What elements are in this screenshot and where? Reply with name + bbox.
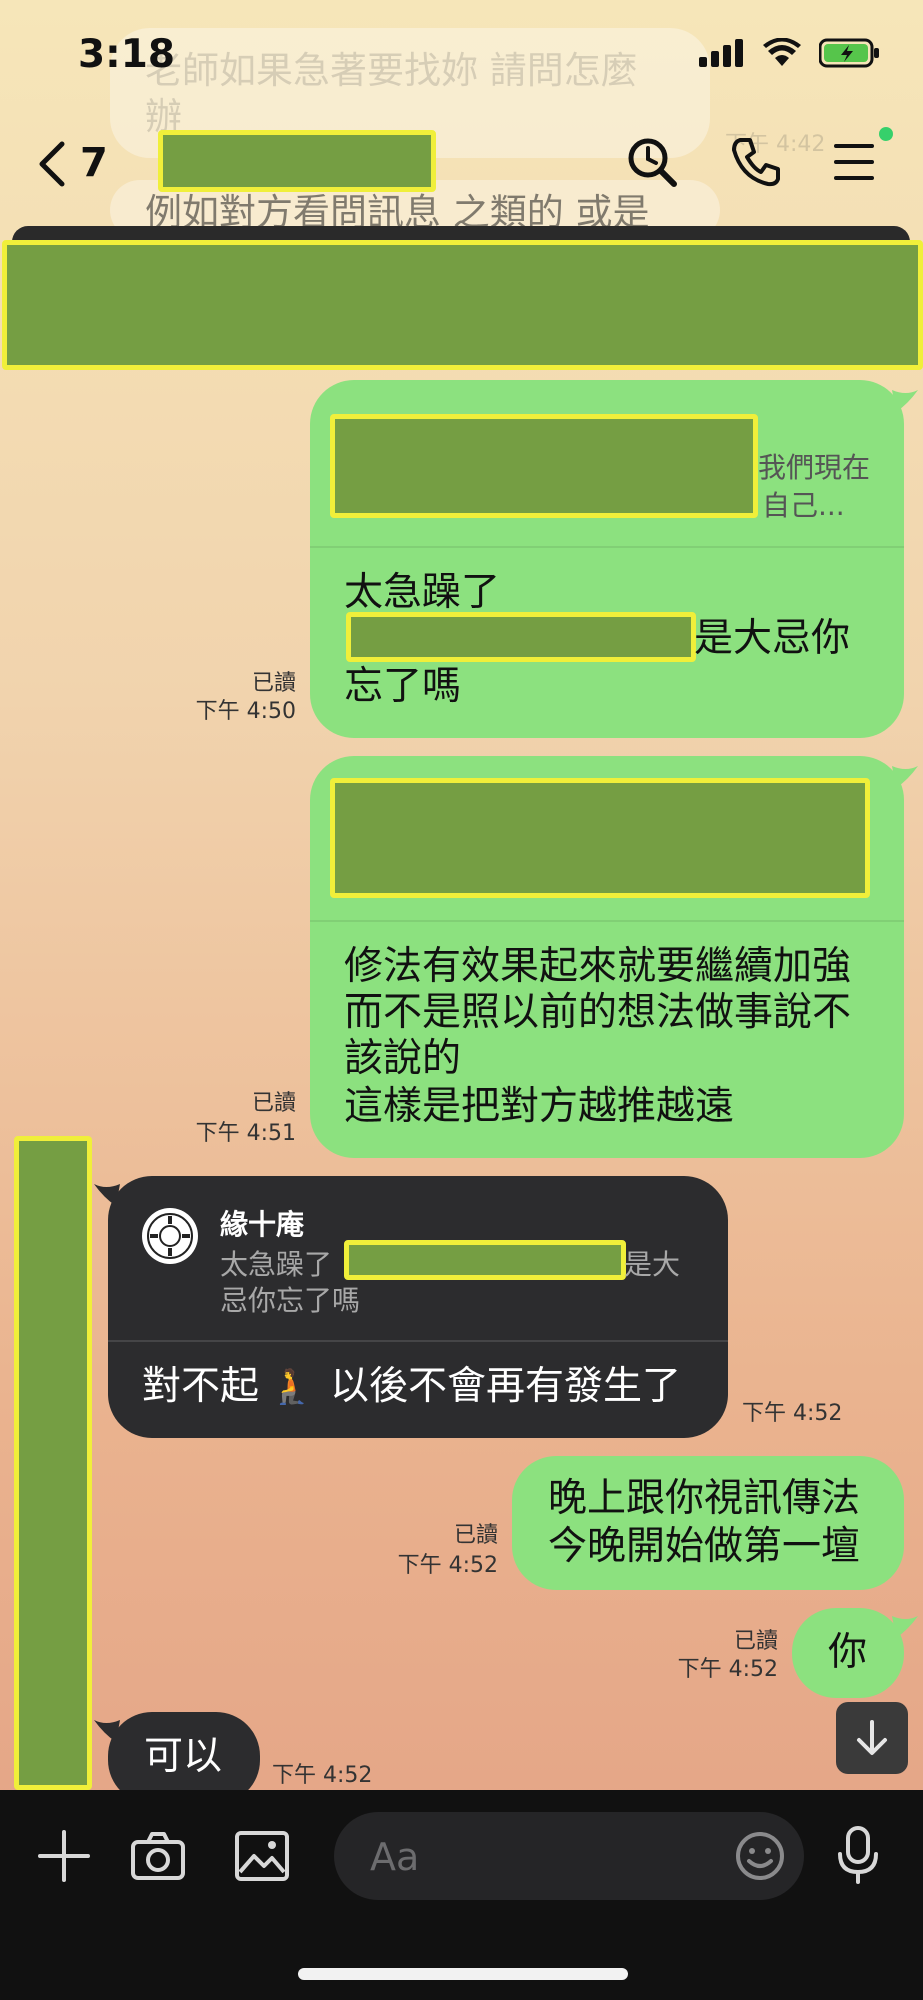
message-text: 可以 [144,1734,223,1779]
quoted-sender-name: 緣十庵 [220,1208,305,1241]
redacted-quoted-text [344,1240,626,1280]
smiley-icon[interactable] [734,1830,786,1882]
redacted-chat-name [158,130,436,192]
message-time: 下午 4:50 [195,699,296,724]
camera-icon[interactable] [130,1830,186,1882]
message-time: 下午 4:52 [677,1657,778,1682]
background-message-text: 老師如果急著要找妳 請問怎麼 [145,49,638,92]
read-receipt: 已讀 [251,671,296,696]
kneeling-person-emoji: 🧎 [270,1367,313,1407]
quoted-message-tail: 我們現在 [758,451,871,484]
plus-icon[interactable] [38,1830,90,1882]
online-status-dot [879,127,893,141]
chevron-left-icon[interactable] [36,140,66,188]
arrow-down-icon [857,1720,887,1755]
home-indicator [298,1968,628,1980]
message-text: 太急躁了 [344,570,501,615]
message-text: 以後不會再有發生了 [330,1364,682,1409]
bubble-tail [892,766,918,788]
message-time: 下午 4:52 [272,1763,373,1788]
quote-divider [108,1340,728,1342]
quote-divider [310,920,904,922]
quote-divider [310,546,904,548]
phone-icon[interactable] [730,136,782,188]
image-icon[interactable] [234,1830,290,1882]
bubble-tail [94,1720,120,1742]
redacted-message-text [346,612,696,662]
message-text: 而不是照以前的想法做事說不 [344,990,852,1035]
redacted-quoted-text [330,414,758,518]
bubble-tail [892,1616,918,1638]
message-time: 下午 4:52 [742,1401,843,1426]
search-icon[interactable] [626,136,678,188]
menu-icon[interactable] [832,140,876,184]
message-text: 晚上跟你視訊傳法 [548,1476,861,1521]
quoted-message-tail: 自己... [762,489,845,522]
message-input-placeholder: Aa [370,1835,420,1879]
quoted-message-text: 太急躁了 [220,1248,333,1281]
battery-charging-icon [819,38,879,68]
message-text: 這樣是把對方越推越遠 [344,1084,735,1129]
redacted-quoted-text [330,778,870,898]
quoted-sender-avatar [142,1208,198,1264]
read-receipt: 已讀 [733,1629,778,1654]
message-text: 對不起 [142,1364,260,1409]
status-time: 3:18 [78,32,176,77]
cellular-signal-icon [699,39,743,67]
read-receipt: 已讀 [251,1091,296,1116]
message-text: 今晚開始做第一壇 [548,1524,861,1569]
redacted-banner [2,240,923,370]
quoted-message-text: 是大 [624,1248,681,1281]
message-time: 下午 4:51 [195,1121,296,1146]
message-text: 是大忌你 [694,616,851,661]
scroll-to-bottom-button[interactable] [836,1702,908,1774]
wifi-icon [763,38,801,66]
read-receipt: 已讀 [453,1523,498,1548]
status-icons [699,38,881,68]
redacted-avatar [14,1136,92,1790]
unread-count[interactable]: 7 [80,140,108,186]
bubble-tail [94,1184,120,1206]
microphone-icon[interactable] [836,1826,880,1886]
message-text: 該說的 [344,1036,462,1081]
message-time: 下午 4:52 [397,1553,498,1578]
message-text: 你 [828,1630,868,1675]
message-text: 忘了嗎 [344,664,462,709]
quoted-message-text: 忌你忘了嗎 [220,1284,361,1317]
bubble-tail [892,390,918,412]
message-text: 修法有效果起來就要繼續加強 [344,944,852,989]
